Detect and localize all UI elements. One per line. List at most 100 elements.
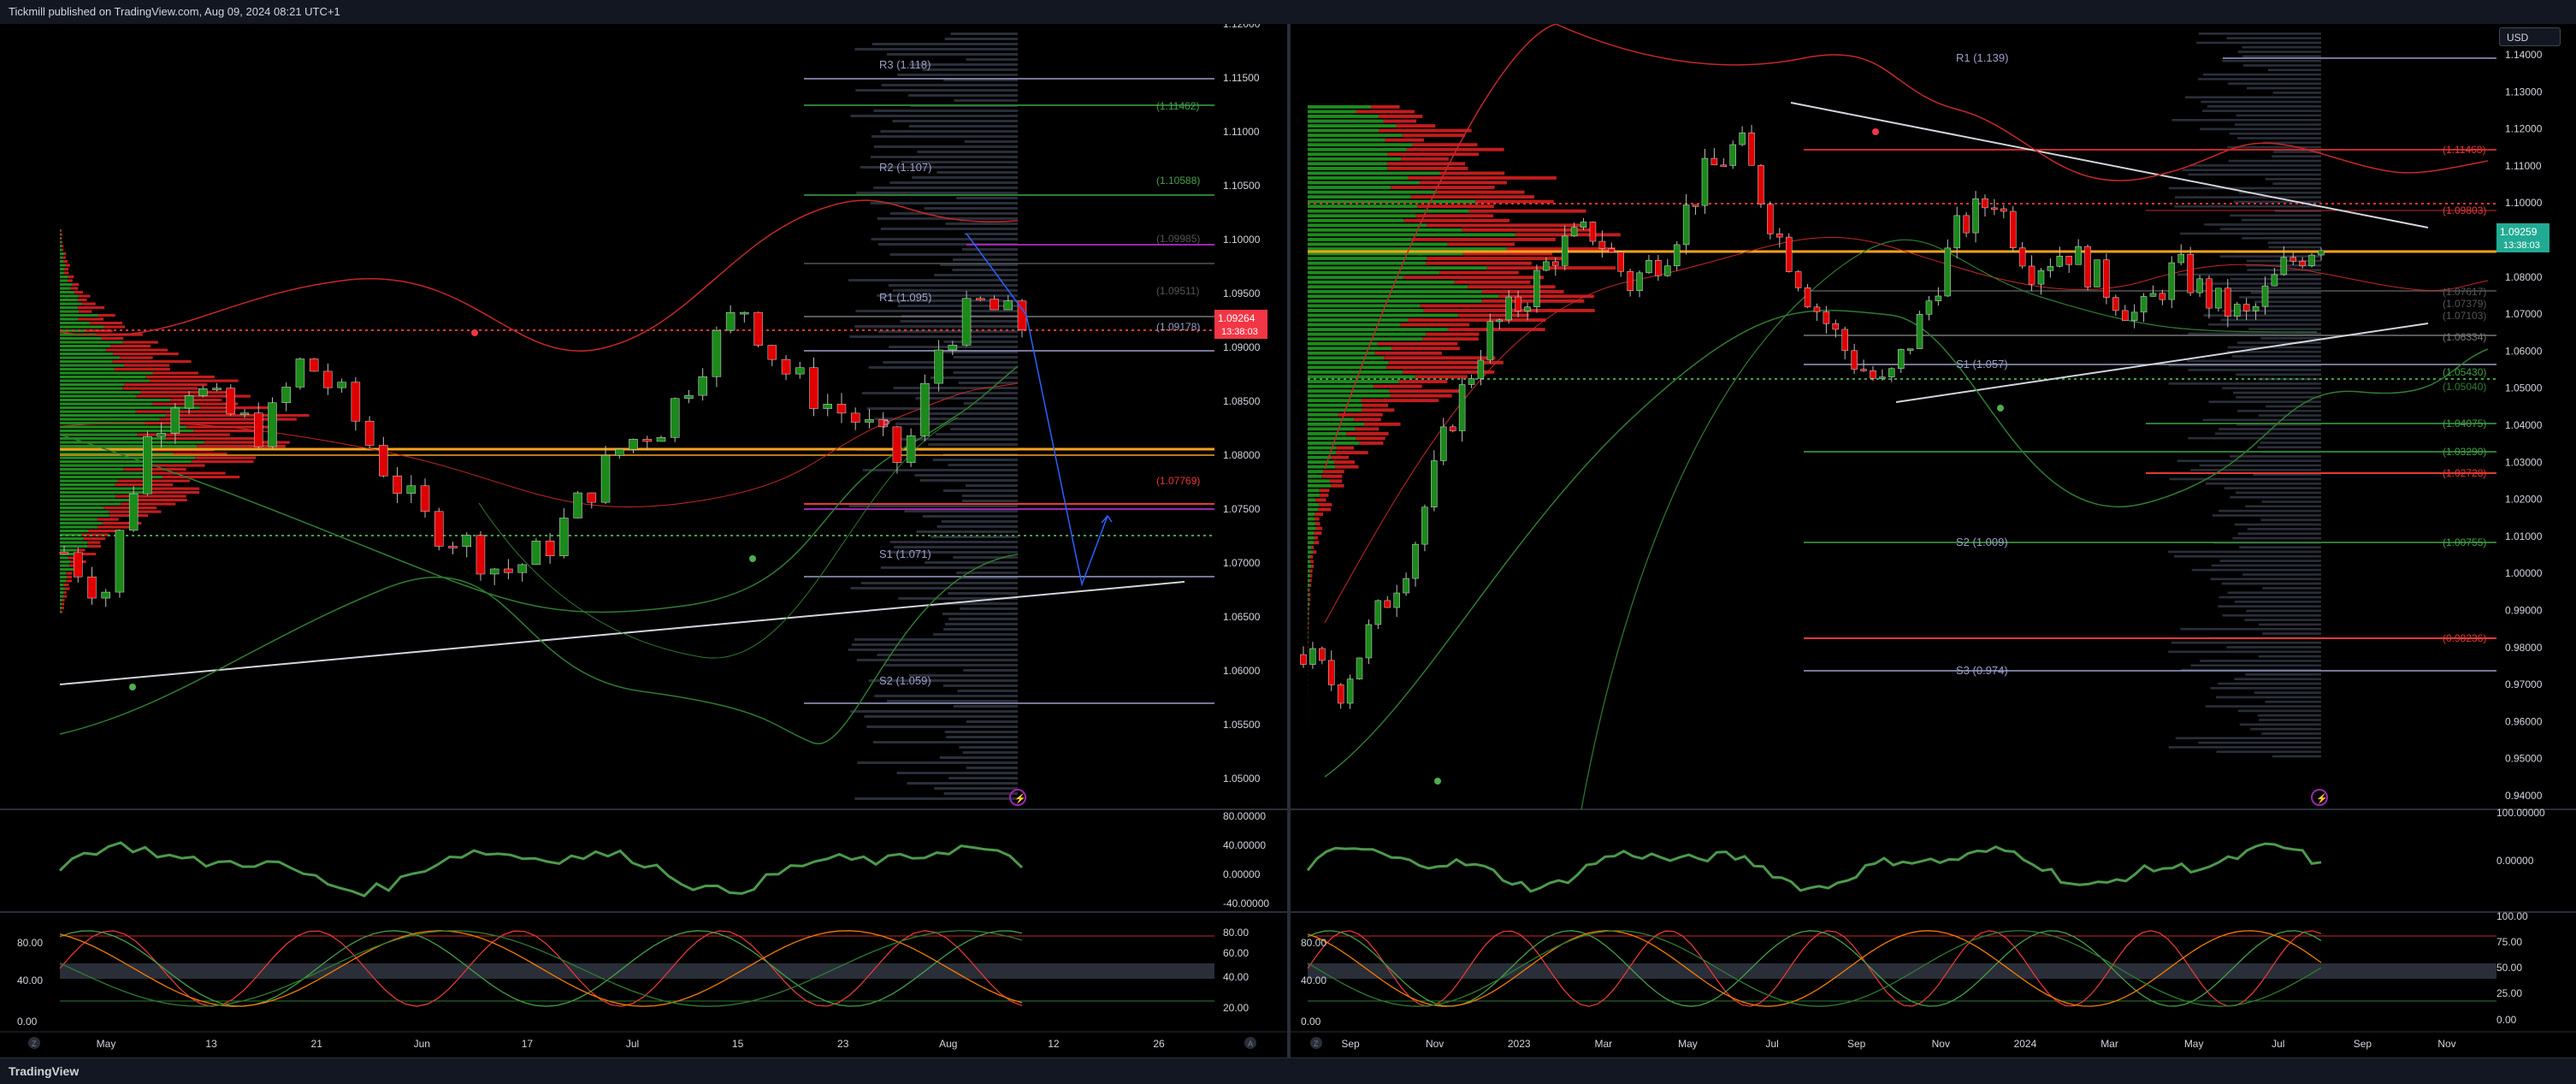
volume-bar-down: [145, 376, 215, 378]
session-volume-bar: [966, 484, 1018, 487]
left-chart-panel[interactable]: R3 (1.118) R2 (1.107) R1 (1.095) S1 (1.0…: [0, 24, 1287, 1057]
volume-bar-down: [1482, 299, 1585, 303]
session-volume-bar: [2230, 455, 2321, 458]
volume-bar-up: [1308, 247, 1507, 251]
volume-bar-up: [60, 237, 61, 240]
countdown: 13:38:03: [1221, 327, 1258, 337]
volume-bar-up: [1308, 262, 1426, 265]
volume-bar-down: [1400, 323, 1469, 327]
session-volume-bar: [2268, 241, 2321, 244]
time-axis[interactable]: May1321Jun17Jul1523Aug1226: [97, 1038, 1165, 1050]
candle: [2234, 305, 2240, 317]
session-volume-bar: [2168, 551, 2321, 554]
signal-dot: [1997, 405, 2004, 412]
session-volume-bar: [2232, 537, 2321, 540]
volume-bar-up: [1308, 437, 1356, 441]
volume-bar-up: [1308, 536, 1315, 540]
price-tick-label: 1.11500: [1223, 72, 1260, 84]
volume-bar-down: [1362, 408, 1394, 412]
session-volume-bar: [856, 192, 1018, 194]
oscillator-line[interactable]: [60, 843, 1022, 896]
volume-bar-up: [60, 306, 78, 309]
time-tick-label: Mar: [1595, 1038, 1613, 1050]
bollinger-upper[interactable]: [60, 200, 1018, 351]
time-tick-label: 15: [732, 1038, 744, 1050]
volume-bar-up: [1308, 376, 1415, 379]
volume-bar-up: [1308, 238, 1412, 241]
session-volume-bar: [2227, 37, 2321, 39]
volume-bar-down: [61, 234, 62, 236]
volume-bar-up: [60, 383, 124, 386]
right-chart-panel[interactable]: R1 (1.139) S1 (1.057) S2 (1.009) S3 (0.9…: [1291, 24, 2576, 1057]
volume-bar-up: [60, 522, 103, 524]
level-label: (1.09511): [1156, 285, 1199, 297]
volume-bar-down: [1415, 214, 1493, 217]
volume-bar-up: [60, 314, 98, 317]
volume-bar-up: [60, 272, 64, 275]
candle: [754, 312, 763, 345]
ichimoku-line[interactable]: [479, 418, 958, 658]
candle: [1618, 252, 1624, 271]
left-chart-canvas[interactable]: R3 (1.118) R2 (1.107) R1 (1.095) S1 (1.0…: [0, 24, 1287, 1057]
time-axis[interactable]: SepNov2023MarMayJulSepNov2024MarMayJulSe…: [1341, 1038, 2455, 1050]
current-price: 1.09259: [2500, 226, 2538, 238]
volume-bar-down: [170, 399, 222, 401]
session-volume-bar: [2234, 678, 2321, 680]
volume-bar-down: [64, 272, 69, 275]
candle: [1645, 260, 1651, 273]
level-label: (1.04075): [2443, 418, 2486, 429]
moving-average-green[interactable]: [1581, 240, 2317, 809]
price-tick-label: 1.00000: [2505, 567, 2543, 579]
candle: [824, 404, 832, 408]
time-tick-label: Jul: [2272, 1038, 2284, 1050]
candle: [1450, 427, 1456, 431]
volume-bar-up: [1308, 423, 1364, 426]
candle: [699, 376, 707, 395]
session-volume-bar: [864, 715, 1018, 718]
price-tick-label: 1.05500: [1223, 719, 1261, 731]
candle: [1740, 133, 1746, 145]
candle: [2141, 296, 2147, 311]
session-volume-bar: [2198, 78, 2321, 80]
session-volume-bar: [854, 325, 1018, 328]
volume-bar-down: [136, 411, 231, 413]
level-label: (1.09985): [1156, 233, 1200, 245]
volume-bar-up: [1308, 399, 1362, 402]
oscillator-line[interactable]: [1308, 844, 2321, 891]
session-volume-bar: [861, 582, 1018, 584]
volume-bar-up: [1308, 451, 1336, 454]
volume-bar-down: [1403, 275, 1544, 279]
currency-button[interactable]: USD: [2499, 27, 2561, 46]
volume-bar-down: [78, 299, 87, 301]
right-chart-canvas[interactable]: R1 (1.139) S1 (1.057) S2 (1.009) S3 (0.9…: [1291, 24, 2576, 1057]
volume-bar-up: [1308, 389, 1389, 393]
tradingview-logo[interactable]: TradingView: [9, 1064, 79, 1078]
candle: [2243, 305, 2249, 311]
session-volume-bar: [2176, 737, 2321, 739]
volume-bar-up: [1308, 602, 1309, 606]
volume-bar-down: [1437, 191, 1524, 194]
candle: [2300, 261, 2306, 265]
session-volume-bar: [2180, 628, 2321, 631]
volume-bar-up: [1308, 565, 1311, 568]
candle: [1468, 378, 1474, 384]
price-tick-label: 1.04000: [2505, 419, 2543, 431]
volume-bar-up: [60, 411, 136, 413]
volume-bar-up: [60, 468, 123, 471]
volume-bar-down: [151, 465, 204, 467]
session-volume-bar: [2199, 33, 2321, 35]
volume-bar-up: [1308, 418, 1354, 421]
session-volume-bar: [2273, 92, 2321, 94]
level-label: (1.06334): [2443, 331, 2486, 343]
price-axis[interactable]: 1.140001.130001.120001.110001.100001.090…: [2505, 49, 2543, 802]
session-volume-bar: [2259, 655, 2321, 658]
volume-bar-down: [1409, 318, 1546, 322]
axis-tick-label: 25.00: [2496, 987, 2522, 999]
candle: [1664, 266, 1670, 276]
volume-bar-down: [1387, 162, 1465, 165]
level-label: (1.09178): [1156, 321, 1200, 333]
volume-bar-down: [74, 291, 83, 293]
session-volume-bar: [962, 500, 1018, 502]
trend-line-upper[interactable]: [1791, 103, 2428, 228]
level-label: (1.07379): [2443, 298, 2486, 310]
